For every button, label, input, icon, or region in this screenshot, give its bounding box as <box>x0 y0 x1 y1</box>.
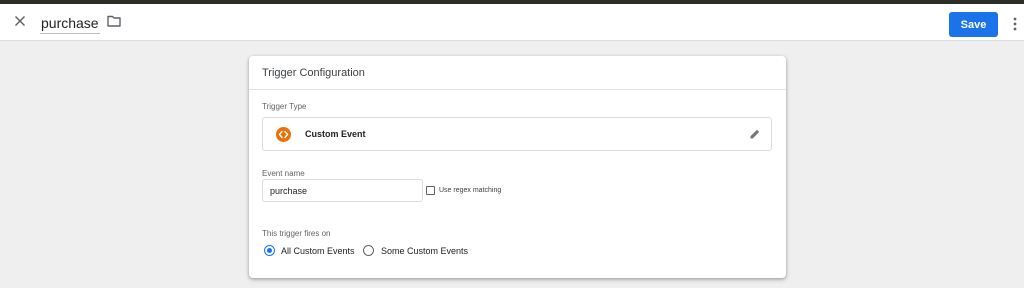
trigger-name-input[interactable] <box>40 12 100 34</box>
save-button[interactable]: Save <box>949 12 998 37</box>
close-icon[interactable] <box>12 13 28 29</box>
card-title: Trigger Configuration <box>262 67 365 79</box>
radio-label-some-custom-events[interactable]: Some Custom Events <box>381 246 468 256</box>
regex-checkbox[interactable] <box>426 186 435 195</box>
event-name-label: Event name <box>262 169 305 178</box>
radio-label-all-custom-events[interactable]: All Custom Events <box>281 246 355 256</box>
radio-some-custom-events[interactable] <box>363 245 374 256</box>
radio-all-custom-events[interactable] <box>264 245 275 256</box>
pencil-icon[interactable] <box>749 128 761 140</box>
trigger-type-selector[interactable]: Custom Event <box>262 117 772 151</box>
trigger-configuration-card: Trigger Configuration Trigger Type Custo… <box>249 56 786 278</box>
custom-event-icon <box>276 127 291 142</box>
event-name-input[interactable] <box>262 179 423 202</box>
folder-icon[interactable] <box>107 15 121 27</box>
fires-on-label: This trigger fires on <box>262 229 331 238</box>
more-vert-icon[interactable] <box>1010 16 1020 32</box>
regex-label: Use regex matching <box>439 187 502 194</box>
trigger-type-label: Trigger Type <box>262 102 307 111</box>
app-bar: Save <box>0 4 1024 41</box>
trigger-type-name: Custom Event <box>305 129 366 139</box>
card-header: Trigger Configuration <box>249 56 786 90</box>
